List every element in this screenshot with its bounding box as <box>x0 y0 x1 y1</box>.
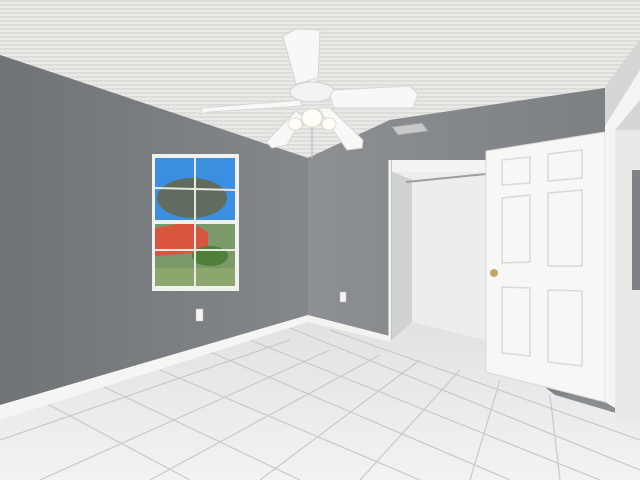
outlet-left <box>195 308 204 322</box>
door-knob <box>490 269 498 277</box>
bedroom-photo <box>0 0 640 480</box>
window <box>152 154 239 291</box>
closet <box>388 160 488 342</box>
outlet-back <box>339 291 347 303</box>
fan-light <box>301 108 323 128</box>
fan-blade <box>329 85 419 109</box>
room-illustration <box>0 0 640 480</box>
open-door <box>485 131 612 403</box>
